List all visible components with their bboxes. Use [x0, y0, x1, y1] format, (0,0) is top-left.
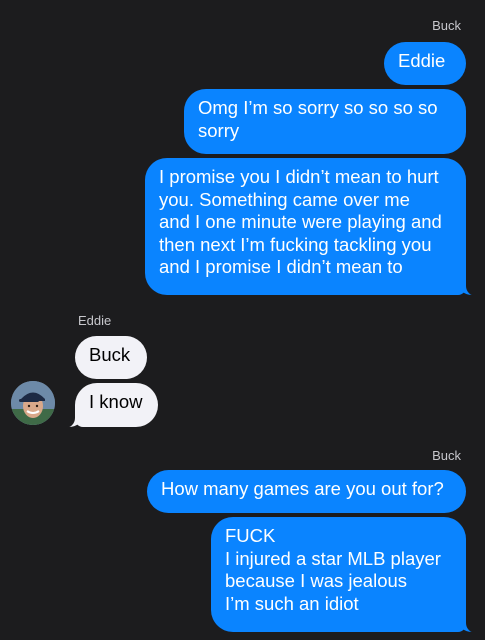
avatar-photo-icon: [11, 381, 55, 425]
sender-name: Buck: [432, 18, 461, 33]
outgoing-message[interactable]: I promise you I didn’t mean to hurt you.…: [145, 158, 485, 296]
incoming-message[interactable]: Buck: [75, 336, 147, 379]
sender-name: Eddie: [78, 313, 112, 328]
contact-avatar[interactable]: [11, 381, 55, 425]
sender-name: Buck: [432, 448, 461, 463]
outgoing-message[interactable]: FUCK I injured a star MLB player because…: [211, 517, 485, 633]
outgoing-message[interactable]: Eddie: [384, 42, 466, 85]
outgoing-message[interactable]: How many games are you out for?: [147, 470, 466, 513]
outgoing-message[interactable]: Omg I’m so sorry so so so so sorry: [184, 89, 466, 154]
incoming-message[interactable]: I know: [55, 383, 158, 428]
